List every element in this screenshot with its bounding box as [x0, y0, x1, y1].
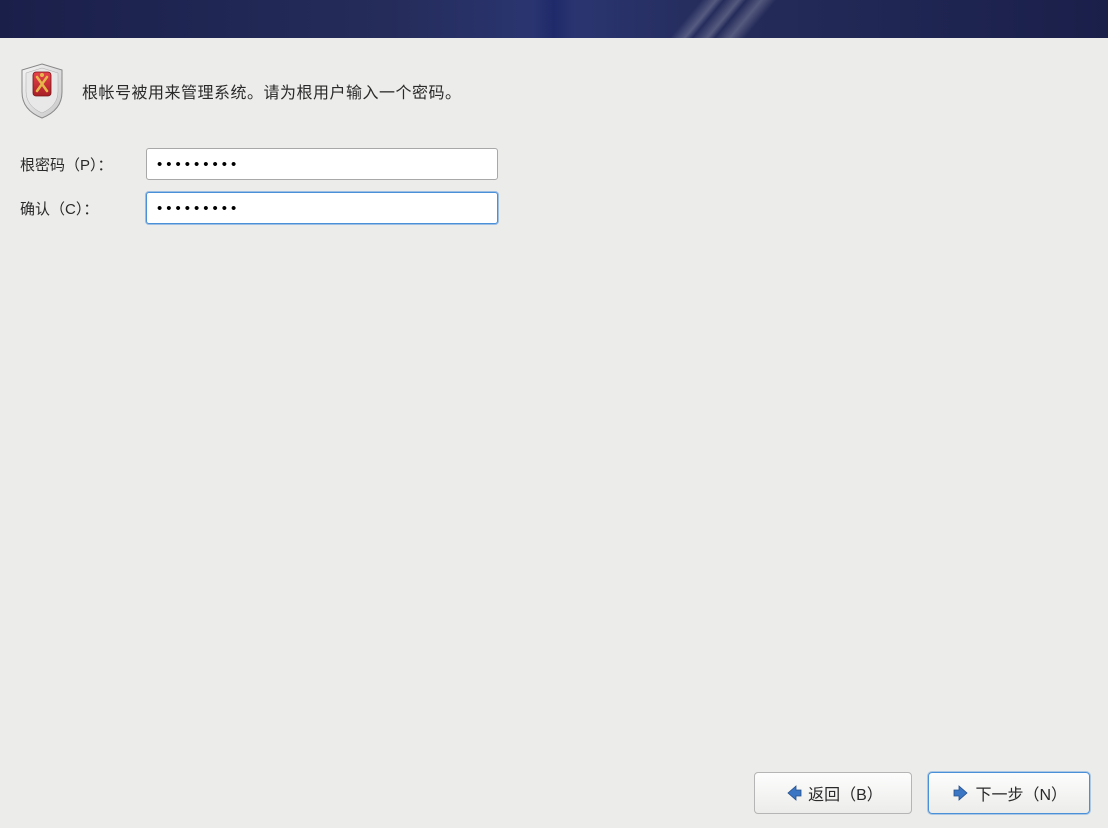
password-form: 根密码（P）： 确认（C）：	[18, 148, 1090, 224]
header-banner	[0, 0, 1108, 38]
root-password-input[interactable]	[146, 148, 498, 180]
password-row: 根密码（P）：	[18, 148, 1090, 180]
next-button[interactable]: 下一步（N）	[928, 772, 1090, 814]
content-area: 根帐号被用来管理系统。请为根用户输入一个密码。 根密码（P）： 确认（C）：	[0, 38, 1108, 260]
confirm-label: 确认（C）：	[18, 198, 146, 219]
confirm-password-input[interactable]	[146, 192, 498, 224]
back-button[interactable]: 返回（B）	[754, 772, 912, 814]
instruction-row: 根帐号被用来管理系统。请为根用户输入一个密码。	[18, 62, 1090, 120]
confirm-row: 确认（C）：	[18, 192, 1090, 224]
password-label: 根密码（P）：	[18, 154, 146, 175]
back-button-label: 返回（B）	[808, 781, 883, 805]
arrow-right-icon	[951, 783, 971, 803]
next-button-label: 下一步（N）	[975, 781, 1067, 805]
instruction-text: 根帐号被用来管理系统。请为根用户输入一个密码。	[82, 79, 462, 103]
footer-nav: 返回（B） 下一步（N）	[754, 772, 1090, 814]
arrow-left-icon	[784, 783, 804, 803]
shield-icon	[18, 62, 66, 120]
